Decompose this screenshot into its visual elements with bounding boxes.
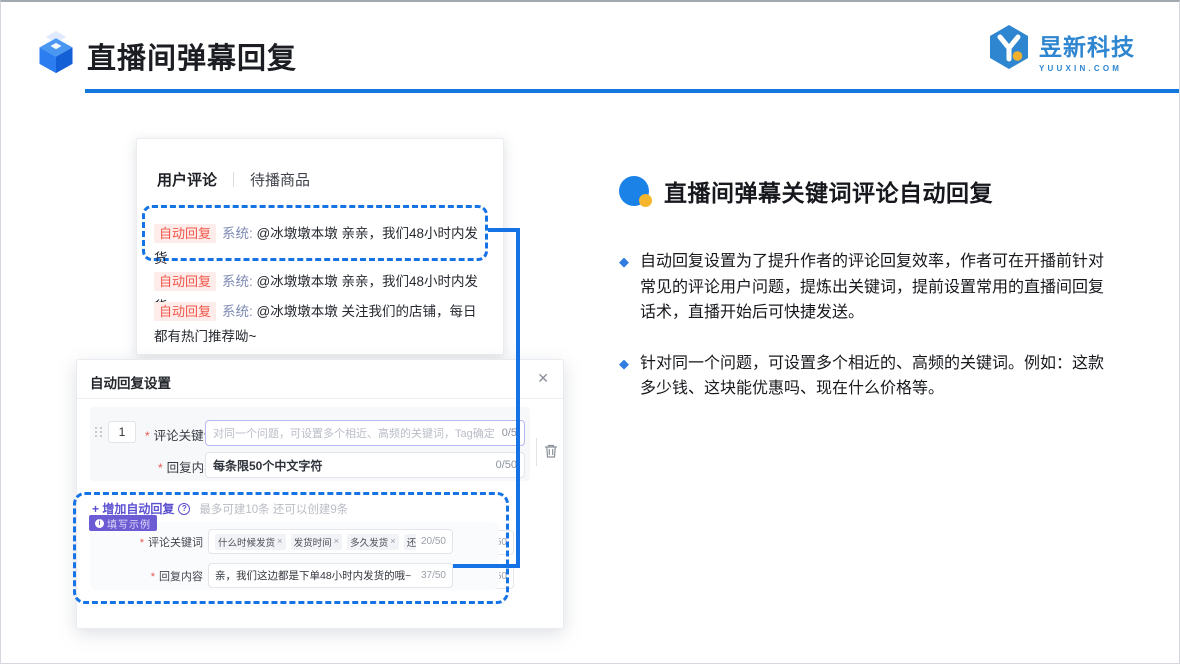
- brand-domain: YUUXIN.COM: [1039, 64, 1123, 73]
- row-divider: [536, 438, 537, 466]
- comment-message: 自动回复系统: @冰墩墩本墩 亲亲，我们48小时内发货: [154, 221, 488, 271]
- tag-remove-icon[interactable]: ×: [277, 536, 283, 547]
- comment-message: 自动回复 系统: @冰墩墩本墩 关注我们的店铺，每日都有热门推荐呦~: [154, 299, 488, 349]
- message-sender: 系统:: [222, 226, 253, 241]
- keyword-counter: 0/5: [501, 427, 517, 439]
- limit-hint: 最多可建10条 还可以创建9条: [199, 503, 349, 516]
- tab-divider: [233, 172, 235, 187]
- tab-pending-products[interactable]: 待播商品: [250, 169, 310, 190]
- feature-bullet: ◆ 自动回复设置为了提升作者的评论回复效率，作者可在开播前针对常见的评论用户问题…: [619, 249, 1149, 326]
- help-icon[interactable]: ?: [178, 502, 191, 515]
- keyword-tag: 多久发货 ×: [347, 533, 399, 550]
- title-underline: [85, 89, 1179, 93]
- connector-line: [516, 228, 520, 568]
- example-reply-row: * 回复内容 亲，我们这边都是下单48小时内发货的哦~ 37/50: [90, 563, 453, 588]
- auto-reply-badge: 自动回复: [154, 272, 217, 291]
- message-sender: 系统:: [222, 274, 253, 289]
- close-icon[interactable]: ✕: [537, 370, 549, 387]
- fill-example-badge: i 填写示例: [89, 515, 157, 531]
- app-cube-logo-icon: [39, 30, 73, 74]
- reply-value: 每条限50个中文字符: [213, 458, 323, 473]
- page: 直播间弹幕回复 昱新科技 YUUXIN.COM 用户评论 待播商品 自动回复 系统…: [0, 0, 1180, 664]
- dialog-title: 自动回复设置: [90, 376, 171, 391]
- message-sender: 系统:: [222, 304, 253, 319]
- diamond-bullet-icon: ◆: [619, 355, 629, 371]
- example-keyword-counter: 20/50: [420, 536, 446, 547]
- reply-input[interactable]: 每条限50个中文字符 0/50: [205, 452, 525, 478]
- example-reply-label: * 回复内容: [150, 570, 203, 583]
- diamond-bullet-icon: ◆: [619, 254, 629, 269]
- feature-description: 直播间弹幕关键词评论自动回复 ◆ 自动回复设置为了提升作者的评论回复效率，作者可…: [619, 174, 1149, 402]
- fill-example-badge-label: 填写示例: [107, 519, 151, 531]
- example-reply-value: 亲，我们这边都是下单48小时内发货的哦~: [215, 570, 412, 582]
- keyword-tag: 还不发货×: [403, 533, 416, 550]
- feature-bullet-text: 针对同一个问题，可设置多个相近的、高频的关键词。例如：这款多少钱、这块能优惠吗、…: [640, 354, 1105, 398]
- keyword-tag: 发货时间 ×: [290, 533, 343, 550]
- example-reply-input[interactable]: 亲，我们这边都是下单48小时内发货的哦~ 37/50: [208, 563, 453, 588]
- tag-remove-icon[interactable]: ×: [390, 536, 396, 547]
- drag-handle-icon[interactable]: [95, 427, 102, 438]
- reply-counter: 0/50: [495, 459, 517, 471]
- keyword-tag: 什么时候发货 ×: [215, 533, 286, 550]
- dialog-divider: [77, 398, 563, 399]
- keyword-input[interactable]: 对同一个问题，可设置多个相近、高频的关键词，Tag确定，最多5个 0/5: [205, 420, 525, 446]
- feature-bullet-text: 自动回复设置为了提升作者的评论回复效率，作者可在开播前针对常见的评论用户问题，提…: [640, 253, 1105, 321]
- chat-bubble-icon: [619, 176, 652, 207]
- keyword-placeholder: 对同一个问题，可设置多个相近、高频的关键词，Tag确定，最多5个: [213, 428, 496, 440]
- fill-example-card: *评论关键词 什么时候发货× 发货时间× 多久发货× 还不发货× 20/50 *…: [90, 522, 499, 590]
- brand-logo: 昱新科技 YUUXIN.COM: [987, 24, 1135, 73]
- required-mark: *: [158, 461, 163, 475]
- connector-line: [453, 564, 516, 568]
- page-title: 直播间弹幕回复: [87, 43, 298, 75]
- required-mark: *: [145, 429, 150, 443]
- example-keyword-input[interactable]: 什么时候发货× 发货时间× 多久发货× 还不发货× 20/50: [208, 529, 453, 554]
- live-comments-panel: 用户评论 待播商品 自动回复 系统: @冰墩墩本墩 亲亲，我们48小时内发货 自动…: [136, 138, 504, 355]
- connector-line: [488, 228, 516, 232]
- feature-heading: 直播间弹幕关键词评论自动回复: [664, 180, 993, 206]
- tag-remove-icon[interactable]: ×: [334, 536, 340, 547]
- example-keyword-label: * 评论关键词: [139, 536, 203, 549]
- tab-user-comments[interactable]: 用户评论: [157, 169, 217, 190]
- example-keyword-row: *评论关键词 什么时候发货× 发货时间× 多久发货× 还不发货× 20/50: [90, 529, 453, 554]
- rule-index-input[interactable]: 1: [108, 421, 136, 443]
- auto-reply-settings-dialog: 自动回复设置 ✕ 1 * 评论关键词 对同一个问题，可设置多个相近、高频的关键词，…: [73, 359, 564, 629]
- example-reply-counter: 37/50: [420, 570, 446, 581]
- panel-tabs: 用户评论 待播商品: [157, 169, 310, 190]
- brand-hexagon-icon: [990, 25, 1028, 69]
- auto-reply-badge: 自动回复: [154, 224, 217, 243]
- auto-reply-badge: 自动回复: [154, 302, 217, 321]
- delete-icon[interactable]: [543, 443, 559, 459]
- keyword-tags: 什么时候发货× 发货时间× 多久发货× 还不发货×: [215, 533, 416, 550]
- info-icon: i: [95, 518, 104, 528]
- feature-bullet: ◆ 针对同一个问题，可设置多个相近的、高频的关键词。例如：这款多少钱、这块能优惠…: [619, 351, 1149, 402]
- brand-name: 昱新科技: [1039, 34, 1135, 60]
